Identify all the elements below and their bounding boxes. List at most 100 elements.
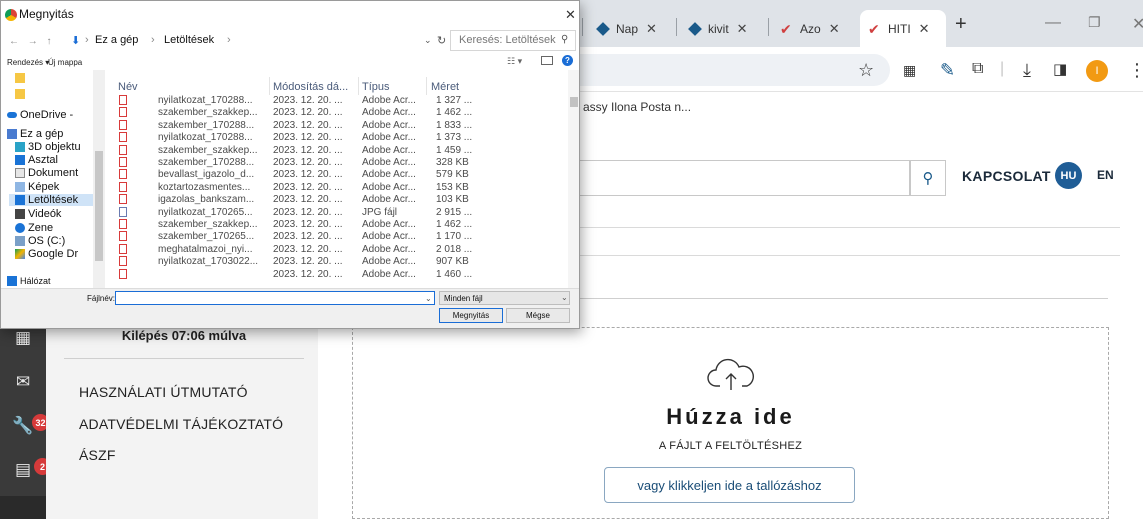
nav-item-this-pc[interactable]: Ez a gép bbox=[7, 128, 63, 140]
file-type: Adobe Acr... bbox=[362, 194, 416, 206]
open-button[interactable]: Megnyitás bbox=[439, 308, 503, 323]
file-list-scroll-thumb[interactable] bbox=[570, 97, 578, 107]
column-header-name[interactable]: Név bbox=[118, 81, 138, 93]
cancel-button[interactable]: Mégse bbox=[506, 308, 570, 323]
path-dropdown-icon[interactable]: ⌄ bbox=[424, 35, 432, 46]
new-folder-button[interactable]: Új mappa bbox=[48, 58, 82, 67]
file-row[interactable]: bevallast_igazolo_d... 2023. 12. 20. ... A… bbox=[113, 169, 568, 180]
tab-hiti-active[interactable]: ✔ HITI ✕ bbox=[860, 10, 946, 47]
file-row[interactable]: szakember_szakkep... 2023. 12. 20. ... Ado… bbox=[113, 107, 568, 118]
file-row[interactable]: nyilatkozat_1703022... 2023. 12. 20. ... A… bbox=[113, 256, 568, 267]
breadcrumb-this-pc[interactable]: Ez a gép bbox=[95, 34, 138, 46]
help-icon[interactable]: ? bbox=[562, 55, 573, 66]
file-type: Adobe Acr... bbox=[362, 132, 416, 144]
file-type: Adobe Acr... bbox=[362, 181, 416, 193]
file-type: Adobe Acr... bbox=[362, 144, 416, 156]
nav-pane-scroll-thumb[interactable] bbox=[95, 151, 103, 261]
new-tab-button[interactable]: + bbox=[955, 13, 967, 36]
file-row[interactable]: 2023. 12. 20. ... Adobe Acr... 1 460 ... bbox=[113, 268, 568, 280]
pdf-icon bbox=[119, 144, 127, 155]
restore-icon[interactable]: ❐ bbox=[1088, 14, 1101, 31]
menu-kebab-icon[interactable]: ⋮ bbox=[1128, 60, 1143, 81]
organize-menu[interactable]: Rendezés ▾ bbox=[7, 58, 49, 67]
filename-input[interactable] bbox=[115, 291, 435, 305]
file-name: szakember_szakkep... bbox=[158, 107, 258, 119]
window-close-icon[interactable]: ✕ bbox=[1132, 14, 1143, 34]
file-row[interactable]: szakember_170265... 2023. 12. 20. ... Adob… bbox=[113, 231, 568, 242]
nav-item-google-drive[interactable]: Google Dr bbox=[15, 248, 78, 260]
contact-link[interactable]: KAPCSOLAT bbox=[962, 168, 1051, 184]
rail-bottom-item[interactable] bbox=[0, 496, 46, 519]
file-row[interactable]: szakember_170288... 2023. 12. 20. ... Adob… bbox=[113, 157, 568, 168]
nav-item-videos[interactable]: Videók bbox=[15, 208, 61, 220]
nav-item-folder[interactable] bbox=[15, 73, 28, 83]
extensions-puzzle-icon[interactable]: ⧉ bbox=[972, 60, 983, 78]
tab-kivit[interactable]: kivit ✕ bbox=[680, 10, 766, 47]
side-panel-icon[interactable]: ◨ bbox=[1053, 60, 1067, 78]
language-hu-button[interactable]: HU bbox=[1055, 162, 1082, 189]
file-row[interactable]: igazolas_bankszam... 2023. 12. 20. ... Ado… bbox=[113, 194, 568, 205]
column-header-type[interactable]: Típus bbox=[362, 81, 390, 93]
dialog-search-input[interactable]: Keresés: Letöltések bbox=[450, 30, 576, 51]
column-header-size[interactable]: Méret bbox=[431, 81, 459, 93]
site-search-input[interactable] bbox=[560, 160, 910, 196]
file-row[interactable]: nyilatkozat_170265... 2023. 12. 20. ... JP… bbox=[113, 206, 568, 218]
extension-pen-icon[interactable]: ✎ bbox=[940, 60, 955, 81]
nav-item-onedrive[interactable]: OneDrive - bbox=[7, 109, 73, 121]
qr-code-icon[interactable]: ▦ bbox=[903, 62, 916, 79]
file-size: 103 KB bbox=[436, 194, 469, 206]
tab-label: kivit bbox=[708, 21, 729, 36]
breadcrumb-downloads[interactable]: Letöltések bbox=[164, 34, 214, 46]
nav-item-os-drive[interactable]: OS (C:) bbox=[15, 235, 65, 247]
nav-item-documents[interactable]: Dokument bbox=[15, 167, 78, 179]
mail-icon[interactable]: ✉ bbox=[0, 362, 46, 402]
browse-files-button[interactable]: vagy klikkeljen ide a tallózáshoz bbox=[604, 467, 855, 503]
nav-item-desktop[interactable]: Asztal bbox=[15, 154, 58, 166]
tab-azo[interactable]: ✔ Azo ✕ bbox=[772, 10, 858, 47]
nav-item-pictures[interactable]: Képek bbox=[15, 181, 59, 193]
file-type-filter[interactable]: Minden fájl bbox=[439, 291, 570, 305]
file-row[interactable]: meghatalmazoi_nyi... 2023. 12. 20. ... Ado… bbox=[113, 243, 568, 255]
terms-link[interactable]: ÁSZF bbox=[79, 447, 116, 463]
view-options-icon[interactable]: ☷ ▾ bbox=[507, 56, 522, 67]
nav-item-label: Hálózat bbox=[20, 276, 51, 286]
minimize-icon[interactable]: — bbox=[1045, 14, 1061, 32]
preview-pane-icon[interactable] bbox=[541, 56, 553, 65]
close-tab-icon[interactable]: ✕ bbox=[646, 21, 657, 37]
nav-item-3d-objects[interactable]: 3D objektu bbox=[15, 141, 81, 153]
file-row[interactable]: nyilatkozat_170288... 2023. 12. 20. ... Ad… bbox=[113, 95, 568, 106]
site-search-button[interactable]: ⚲ bbox=[910, 160, 946, 196]
nav-item-folder[interactable] bbox=[15, 89, 28, 99]
file-row[interactable]: koztartozasmentes... 2023. 12. 20. ... Ado… bbox=[113, 181, 568, 193]
breadcrumb-separator: › bbox=[85, 34, 89, 46]
profile-avatar[interactable]: I bbox=[1086, 60, 1108, 82]
refresh-icon[interactable]: ↻ bbox=[437, 34, 446, 47]
file-row[interactable]: nyilatkozat_170288... 2023. 12. 20. ... Ad… bbox=[113, 132, 568, 143]
file-date: 2023. 12. 20. ... bbox=[273, 243, 343, 255]
nav-item-downloads[interactable]: Letöltések bbox=[9, 194, 103, 206]
file-size: 579 KB bbox=[436, 169, 469, 181]
column-header-date[interactable]: Módosítás dá... bbox=[273, 81, 348, 93]
file-row[interactable]: szakember_szakkep... 2023. 12. 20. ... Ado… bbox=[113, 144, 568, 156]
file-row[interactable]: szakember_170288... 2023. 12. 20. ... Adob… bbox=[113, 119, 568, 131]
download-icon[interactable]: ⤓ bbox=[1023, 60, 1031, 81]
tab-nap[interactable]: Nap ✕ bbox=[588, 10, 674, 47]
dropzone-subtitle: A FÁJLT A FELTÖLTÉSHEZ bbox=[658, 440, 803, 452]
bookmark-item[interactable]: assy Ilona Posta n... bbox=[583, 100, 691, 114]
nav-item-music[interactable]: Zene bbox=[15, 222, 53, 234]
user-guide-link[interactable]: HASZNÁLATI ÚTMUTATÓ bbox=[79, 384, 248, 400]
file-name: koztartozasmentes... bbox=[158, 181, 251, 193]
close-tab-icon[interactable]: ✕ bbox=[829, 21, 840, 37]
language-en-button[interactable]: EN bbox=[1097, 168, 1114, 182]
close-tab-icon[interactable]: ✕ bbox=[919, 21, 930, 37]
pdf-icon bbox=[119, 157, 127, 167]
address-bar[interactable] bbox=[560, 54, 890, 86]
nav-item-network[interactable]: Hálózat bbox=[7, 276, 51, 286]
star-icon[interactable]: ☆ bbox=[858, 60, 874, 81]
dialog-close-icon[interactable]: ✕ bbox=[565, 7, 576, 23]
close-tab-icon[interactable]: ✕ bbox=[737, 21, 748, 37]
file-row[interactable]: szakember_szakkep... 2023. 12. 20. ... Ado… bbox=[113, 219, 568, 230]
back-forward-arrows-icon[interactable]: ← → ↑ bbox=[9, 36, 55, 47]
privacy-policy-link[interactable]: ADATVÉDELMI TÁJÉKOZTATÓ bbox=[79, 416, 283, 432]
filename-dropdown-icon[interactable]: ⌄ bbox=[425, 294, 432, 303]
